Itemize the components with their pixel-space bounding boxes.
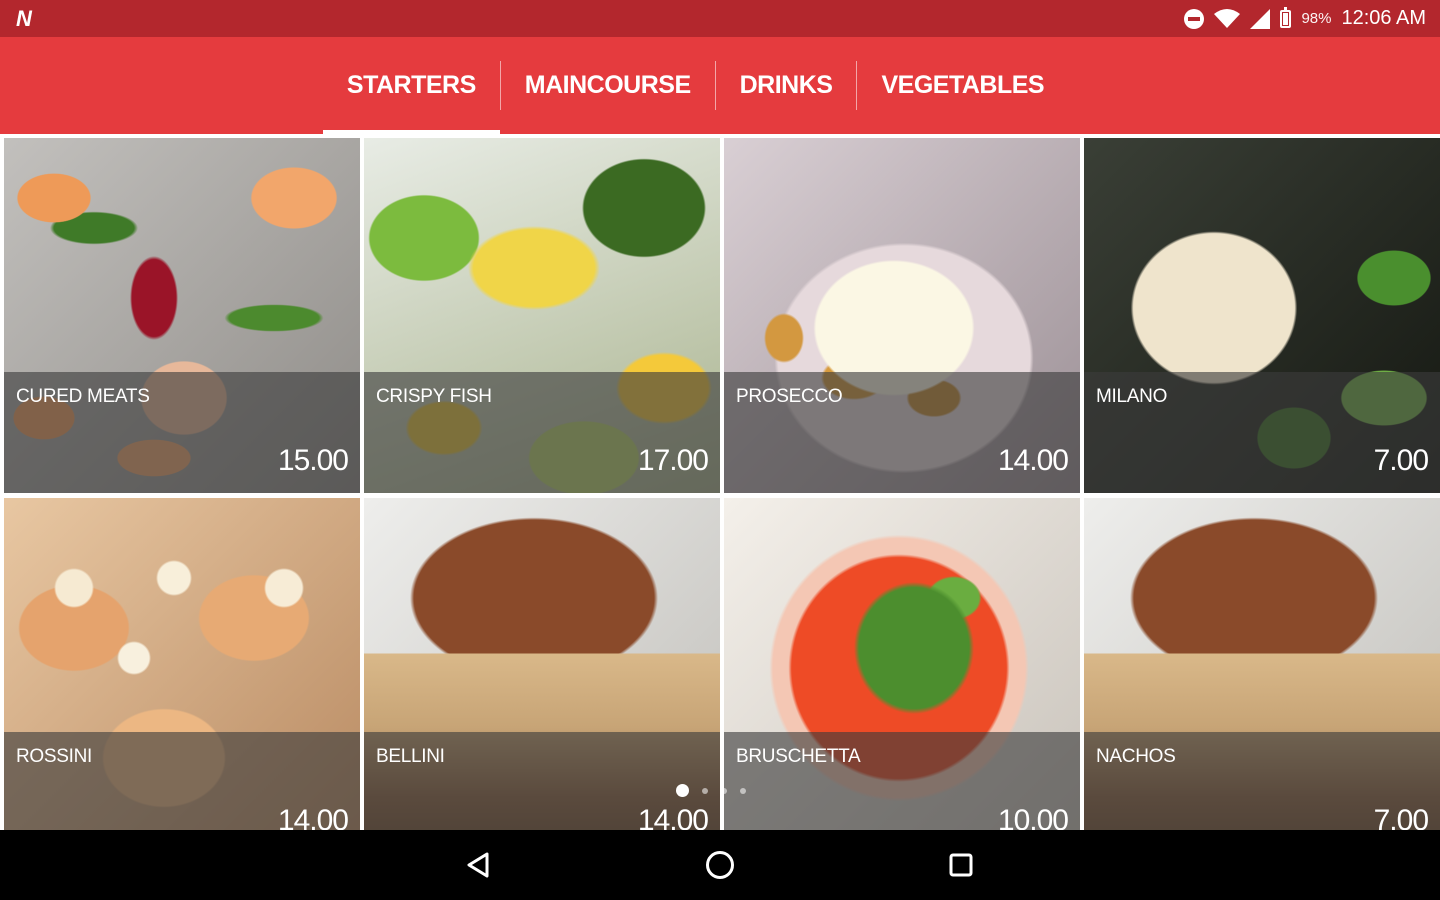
battery-percentage: 98% [1301, 10, 1332, 27]
item-price: 7.00 [1373, 804, 1429, 830]
item-name: MILANO [1096, 386, 1168, 407]
item-name: CURED MEATS [16, 386, 150, 407]
item-caption: PROSECCO 14.00 [724, 372, 1080, 493]
category-tab-bar: STARTERS MAINCOURSE DRINKS VEGETABLES [0, 37, 1440, 134]
wifi-icon [1214, 8, 1241, 28]
menu-item-card[interactable]: MILANO 7.00 [1084, 138, 1440, 493]
page-dot-active[interactable] [676, 784, 689, 797]
system-nav-bar [0, 830, 1440, 900]
tab-maincourse[interactable]: MAINCOURSE [501, 37, 715, 134]
menu-item-card[interactable]: NACHOS 7.00 [1084, 498, 1440, 830]
tab-starters[interactable]: STARTERS [322, 37, 500, 134]
cell-signal-icon [1250, 8, 1271, 29]
item-price: 7.00 [1373, 444, 1429, 477]
menu-item-card[interactable]: CURED MEATS 15.00 [4, 138, 360, 493]
clock: 12:06 AM [1341, 7, 1426, 29]
page-dot[interactable] [721, 787, 727, 794]
item-caption: CRISPY FISH 17.00 [364, 372, 720, 493]
item-price: 14.00 [277, 804, 349, 830]
home-icon[interactable] [702, 847, 738, 883]
item-price: 17.00 [637, 444, 709, 477]
item-caption: ROSSINI 14.00 [4, 732, 360, 830]
item-caption: MILANO 7.00 [1084, 372, 1440, 493]
item-caption: NACHOS 7.00 [1084, 732, 1440, 830]
item-name: ROSSINI [16, 746, 93, 767]
menu-item-card[interactable]: CRISPY FISH 17.00 [364, 138, 720, 493]
menu-item-card[interactable]: BRUSCHETTA 10.00 [724, 498, 1080, 830]
item-name: PROSECCO [736, 386, 843, 407]
menu-item-card[interactable]: ROSSINI 14.00 [4, 498, 360, 830]
item-caption: BELLINI 14.00 [364, 732, 720, 830]
item-caption: BRUSCHETTA 10.00 [724, 732, 1080, 830]
back-icon[interactable] [460, 847, 496, 883]
page-dot[interactable] [740, 787, 746, 794]
status-bar: N 98% 12:06 AM [0, 0, 1440, 37]
item-price: 14.00 [637, 804, 709, 830]
n-notification-icon: N [16, 5, 32, 31]
item-name: CRISPY FISH [376, 386, 492, 407]
menu-item-card[interactable]: BELLINI 14.00 [364, 498, 720, 830]
do-not-disturb-icon [1184, 8, 1205, 29]
item-price: 10.00 [997, 804, 1069, 830]
menu-item-card[interactable]: PROSECCO 14.00 [724, 138, 1080, 493]
tab-drinks[interactable]: DRINKS [716, 37, 857, 134]
item-name: BRUSCHETTA [736, 746, 861, 767]
item-caption: CURED MEATS 15.00 [4, 372, 360, 493]
item-price: 15.00 [277, 444, 349, 477]
battery-icon [1280, 6, 1292, 28]
page-indicator [676, 784, 746, 797]
item-name: NACHOS [1096, 746, 1176, 767]
recents-icon[interactable] [943, 847, 979, 883]
tab-vegetables[interactable]: VEGETABLES [857, 37, 1068, 134]
page-dot[interactable] [702, 787, 708, 794]
item-price: 14.00 [997, 444, 1069, 477]
menu-grid: CURED MEATS 15.00 CRISPY FISH 17.00 PROS… [0, 134, 1440, 830]
item-name: BELLINI [376, 746, 445, 767]
